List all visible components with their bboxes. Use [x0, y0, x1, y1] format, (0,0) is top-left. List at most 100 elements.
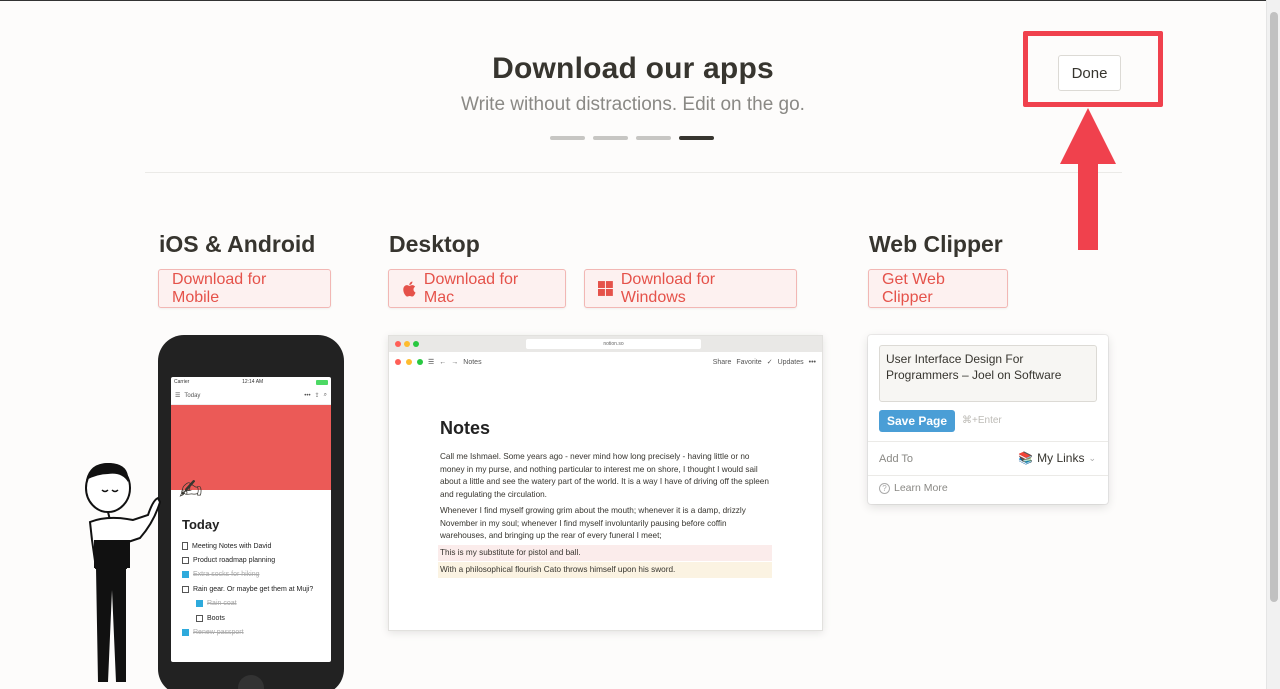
pager-dot[interactable]: [550, 136, 585, 140]
learn-more-label: Learn More: [894, 482, 948, 494]
header-divider: [145, 172, 1122, 173]
download-windows-label: Download for Windows: [620, 270, 716, 306]
desktop-section-title: Desktop: [389, 231, 480, 257]
traffic-light-icon: [417, 359, 423, 365]
page-icon: [182, 542, 188, 551]
download-mobile-label: Download for Mobile: [172, 270, 267, 306]
learn-more-link: ? Learn More: [879, 482, 948, 494]
destination-label: My Links: [1037, 451, 1085, 465]
checkbox-icon: [196, 600, 203, 608]
books-icon: 📚: [1018, 451, 1034, 465]
list-item-label: Renew passport: [193, 629, 244, 637]
share-label: Share: [712, 358, 732, 366]
traffic-light-icon: [406, 359, 412, 365]
scrollbar-thumb[interactable]: [1270, 12, 1278, 602]
clock-label: 12:14 AM: [242, 379, 264, 385]
list-item: Boots: [182, 611, 327, 625]
list-item-label: Rain coat: [207, 600, 237, 608]
web-clipper-mockup: User Interface Design For Programmers – …: [868, 335, 1108, 504]
list-item: Rain coat: [182, 597, 327, 611]
checkmark-icon: ✓: [766, 359, 773, 366]
pager-dots: [550, 136, 714, 140]
apple-icon: [403, 281, 416, 297]
forward-arrow-icon: →: [451, 358, 459, 366]
phone-todo-list: Meeting Notes with David Product roadmap …: [182, 539, 327, 640]
notion-topbar: ☰ ← → Notes Share Favorite ✓ Updates •••: [389, 352, 822, 372]
menu-icon: ☰: [428, 359, 435, 366]
list-item-label: Extra socks for hiking: [193, 571, 260, 579]
notes-title: Notes: [440, 418, 491, 438]
save-page-button: Save Page: [879, 410, 955, 432]
get-web-clipper-label: Get Web Clipper: [882, 270, 945, 306]
home-button: [238, 675, 264, 689]
notes-paragraph: Whenever I find myself growing grim abou…: [440, 506, 746, 540]
checkbox-icon: [182, 557, 189, 565]
pager-dot[interactable]: [593, 136, 628, 140]
share-icon: ⇪: [314, 393, 320, 399]
phone-screen: Carrier 12:14 AM ☰ Today ••• ⇪ ⌕ ✍ Today…: [171, 377, 331, 662]
list-item: Product roadmap planning: [182, 553, 327, 567]
list-item: Renew passport: [182, 625, 327, 639]
traffic-light-icon: [395, 359, 401, 365]
menu-icon: ☰: [175, 393, 181, 399]
notes-paragraph: Call me Ishmael. Some years ago - never …: [440, 452, 769, 499]
checkbox-icon: [182, 571, 189, 579]
more-icon: •••: [808, 358, 816, 366]
pager-dot[interactable]: [636, 136, 671, 140]
phone-mockup: Carrier 12:14 AM ☰ Today ••• ⇪ ⌕ ✍ Today…: [158, 335, 344, 689]
notes-highlight-red: This is my substitute for pistol and bal…: [438, 545, 772, 561]
window-top-border: [0, 0, 1280, 1]
list-item-label: Rain gear. Or maybe get them at Muji?: [193, 585, 314, 593]
annotation-arrow-icon: [1060, 108, 1116, 250]
annotation-highlight-box: [1023, 31, 1163, 107]
help-icon: ?: [879, 482, 890, 494]
breadcrumb: Today: [184, 392, 201, 399]
carrier-label: Carrier: [174, 379, 190, 385]
download-windows-button[interactable]: Download for Windows: [584, 269, 797, 308]
scrollbar[interactable]: [1266, 0, 1280, 689]
list-item: Extra socks for hiking: [182, 568, 327, 582]
url-bar: notion.so: [526, 339, 701, 349]
character-illustration: [85, 462, 162, 682]
list-item: Meeting Notes with David: [182, 539, 327, 553]
notes-highlight-yellow: With a philosophical flourish Cato throw…: [438, 562, 772, 578]
chevron-down-icon: ⌄: [1088, 452, 1096, 463]
phone-page-title: Today: [182, 517, 220, 532]
download-mac-button[interactable]: Download for Mac: [388, 269, 566, 308]
get-web-clipper-button[interactable]: Get Web Clipper: [868, 269, 1008, 308]
more-icon: •••: [304, 392, 311, 399]
destination-select: 📚 My Links ⌄: [1018, 451, 1096, 465]
window-close-icon: [395, 341, 401, 347]
list-item-label: Product roadmap planning: [193, 557, 276, 565]
checkbox-icon: [196, 614, 203, 622]
window-minimize-icon: [404, 341, 410, 347]
checkbox-icon: [182, 629, 189, 637]
phone-toolbar: ☰ Today ••• ⇪ ⌕: [171, 387, 331, 405]
download-mac-label: Download for Mac: [423, 270, 519, 306]
browser-bar: notion.so: [389, 336, 822, 352]
search-icon: ⌕: [323, 392, 327, 398]
divider: [868, 441, 1108, 442]
clip-title-field: User Interface Design For Programmers – …: [879, 345, 1097, 402]
add-to-label: Add To: [879, 453, 914, 465]
shortcut-hint: ⌘+Enter: [962, 415, 1002, 426]
windows-icon: [598, 281, 613, 296]
list-item-label: Boots: [207, 614, 225, 622]
battery-icon: [315, 379, 328, 385]
back-arrow-icon: ←: [439, 358, 447, 366]
writing-hand-icon: ✍: [179, 474, 203, 505]
window-maximize-icon: [413, 341, 419, 347]
list-item-label: Meeting Notes with David: [192, 542, 272, 550]
checkbox-icon: [182, 585, 189, 593]
clipper-section-title: Web Clipper: [869, 231, 1003, 257]
phone-status-bar: Carrier 12:14 AM: [171, 377, 331, 387]
favorite-label: Favorite: [736, 358, 762, 366]
divider: [868, 475, 1108, 476]
list-item: Rain gear. Or maybe get them at Muji?: [182, 582, 327, 596]
desktop-app-mockup: notion.so ☰ ← → Notes Share Favorite ✓ U…: [388, 335, 823, 631]
mobile-section-title: iOS & Android: [159, 231, 316, 257]
download-mobile-button[interactable]: Download for Mobile: [158, 269, 331, 308]
pager-dot-active[interactable]: [679, 136, 714, 140]
updates-label: Updates: [777, 358, 804, 366]
breadcrumb: Notes: [463, 358, 482, 366]
